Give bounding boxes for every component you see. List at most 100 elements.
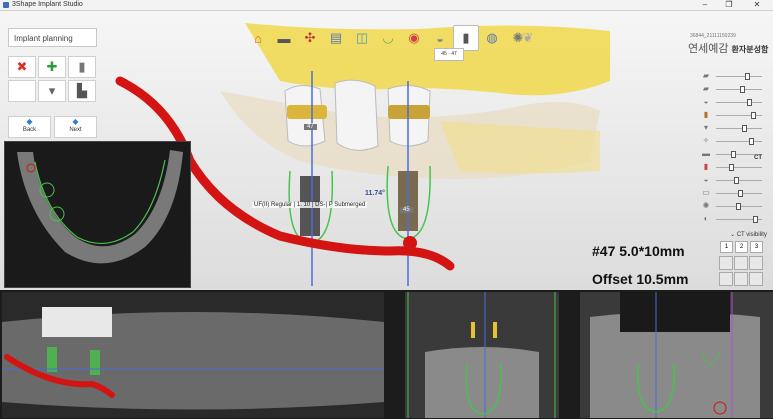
crown-46: [334, 79, 379, 151]
shell-icon: ◒: [703, 175, 709, 184]
arch-icon[interactable]: ◡: [375, 25, 401, 51]
nerve-icon[interactable]: ✣: [297, 25, 323, 51]
title-bar: 3Shape Implant Studio – ❐ ✕: [0, 0, 773, 11]
ct-visibility-label[interactable]: ⌄ CT visibility: [730, 231, 767, 238]
slider-track[interactable]: [716, 76, 762, 77]
angle-label: 11.74°: [365, 190, 385, 197]
tooth-number-45: 45: [400, 207, 413, 213]
ct-axial-view[interactable]: [4, 141, 191, 288]
abutment-45: [388, 105, 430, 119]
implant-planning-panel: Implant planning ✖ ✚ ▮ ▾ ▙ ◆ Back ◆ Next: [8, 28, 97, 138]
scan-icon[interactable]: ▤: [323, 25, 349, 51]
slider-knob[interactable]: [738, 190, 743, 197]
slider-row-gum-icon[interactable]: ◒: [700, 97, 770, 109]
slider-knob[interactable]: [740, 86, 746, 93]
implant-icon[interactable]: ▮: [68, 56, 96, 78]
home-icon[interactable]: ⌂: [245, 25, 271, 51]
view-layout-2-icon[interactable]: [734, 256, 748, 270]
slider-track[interactable]: [716, 141, 762, 142]
cross-section-view-2[interactable]: [580, 292, 773, 418]
slider-track[interactable]: [716, 167, 762, 168]
tooth-view-icon[interactable]: ◉: [401, 25, 427, 51]
sleeve-tool-icon[interactable]: ◍: [479, 25, 505, 51]
slider-knob[interactable]: [729, 164, 735, 171]
panoramic-view[interactable]: [2, 292, 384, 418]
patient-name: 연세예감 환자분성함: [688, 43, 769, 55]
slider-knob[interactable]: [751, 112, 757, 119]
jaw-icon[interactable]: ◫: [349, 25, 375, 51]
tooth-icon: ▰: [702, 71, 710, 80]
axial-image: [5, 142, 190, 287]
view-layout-3-icon[interactable]: [749, 256, 763, 270]
back-button[interactable]: ◆ Back: [8, 116, 51, 138]
slider-knob[interactable]: [742, 125, 748, 132]
patient-id: 36844_21111150239: [690, 33, 736, 39]
slider-knob[interactable]: [733, 177, 739, 184]
slider-knob[interactable]: [746, 99, 752, 106]
cross-section-image-2: [580, 292, 773, 418]
contrast-icon: ◐: [703, 214, 709, 223]
slider-row-shell-icon[interactable]: ◒: [700, 175, 770, 187]
arrow-left-icon: ◆: [26, 117, 33, 126]
slider-row-abutment-icon[interactable]: ▾: [700, 123, 770, 135]
ct-icon: ▬: [702, 149, 710, 158]
tool-icon: ✧: [702, 136, 710, 145]
abutment-icon[interactable]: ▾: [38, 80, 66, 102]
slider-row-crown-icon[interactable]: ▮: [700, 110, 770, 122]
tooth-export-icon[interactable]: ❦: [515, 25, 541, 51]
view-button-1[interactable]: 1: [720, 241, 733, 253]
view-button-2[interactable]: 2: [735, 241, 748, 253]
maximize-icon[interactable]: ❐: [717, 0, 741, 10]
panoramic-image: [2, 307, 384, 410]
slider-track[interactable]: [716, 180, 762, 181]
workflow-toolbar: ⌂ ▬ ✣ ▤ ◫ ◡ ◉ ◒ ▮ ◍ ✺: [245, 25, 535, 51]
panoramic-icon[interactable]: ▬: [271, 25, 297, 51]
slider-knob[interactable]: [753, 216, 759, 223]
slider-track[interactable]: [716, 89, 762, 90]
brightness-icon: ✺: [702, 201, 710, 210]
abutment-icon: ▾: [703, 123, 708, 132]
slider-row-brightness-icon[interactable]: ✺: [700, 201, 770, 213]
slider-knob[interactable]: [735, 203, 741, 210]
jaw-icon: ▰: [702, 84, 710, 93]
slider-knob[interactable]: [731, 151, 737, 158]
tooth-number-47: 47: [304, 124, 317, 130]
next-button[interactable]: ◆ Next: [54, 116, 97, 138]
close-icon[interactable]: ✕: [745, 0, 769, 10]
slider-row-contrast-icon[interactable]: ◐: [700, 214, 770, 226]
view-layout-6-icon[interactable]: [749, 272, 763, 286]
slider-row-tooth-icon[interactable]: ▰: [700, 71, 770, 83]
empty-slot: [8, 80, 36, 102]
slider-track[interactable]: [716, 128, 762, 129]
slider-row-tool-icon[interactable]: ✧: [700, 136, 770, 148]
app-icon: [3, 2, 9, 8]
cross-section-image-1: [405, 292, 559, 418]
view-button-3[interactable]: 3: [750, 241, 763, 253]
window-title: 3Shape Implant Studio: [12, 1, 83, 8]
minimize-icon[interactable]: –: [693, 0, 717, 10]
ct-views: [0, 290, 773, 419]
slider-row-tooth-red-icon[interactable]: ▮: [700, 162, 770, 174]
slider-track[interactable]: [716, 102, 762, 103]
crown-icon: ▮: [703, 110, 709, 119]
implant-label: UF(II) Regular | 1. 10 | DS-| P Submerge…: [252, 202, 368, 208]
view-layout-5-icon[interactable]: [734, 272, 748, 286]
arrow-right-icon: ◆: [72, 117, 79, 126]
chevron-down-icon: ⌄: [730, 232, 736, 238]
delete-x-icon[interactable]: ✖: [8, 56, 36, 78]
implant-size-label: #47 5.0*10mm: [592, 243, 685, 259]
abutment-47: [287, 105, 327, 119]
ct-label: CT: [754, 155, 762, 161]
view-layout-4-icon[interactable]: [719, 272, 733, 286]
add-plus-icon[interactable]: ✚: [38, 56, 66, 78]
tooth-red-icon: ▮: [703, 162, 709, 171]
slider-row-scan-icon[interactable]: ▭: [700, 188, 770, 200]
slider-row-jaw-icon[interactable]: ▰: [700, 84, 770, 96]
panel-header: Implant planning: [8, 28, 97, 47]
slider-knob[interactable]: [749, 138, 754, 145]
cross-section-view-1[interactable]: [405, 292, 559, 418]
slider-knob[interactable]: [744, 73, 750, 80]
view-layout-1-icon[interactable]: [719, 256, 733, 270]
offset-label: Offset 10.5mm: [592, 271, 689, 287]
sleeve-icon[interactable]: ▙: [68, 80, 96, 102]
